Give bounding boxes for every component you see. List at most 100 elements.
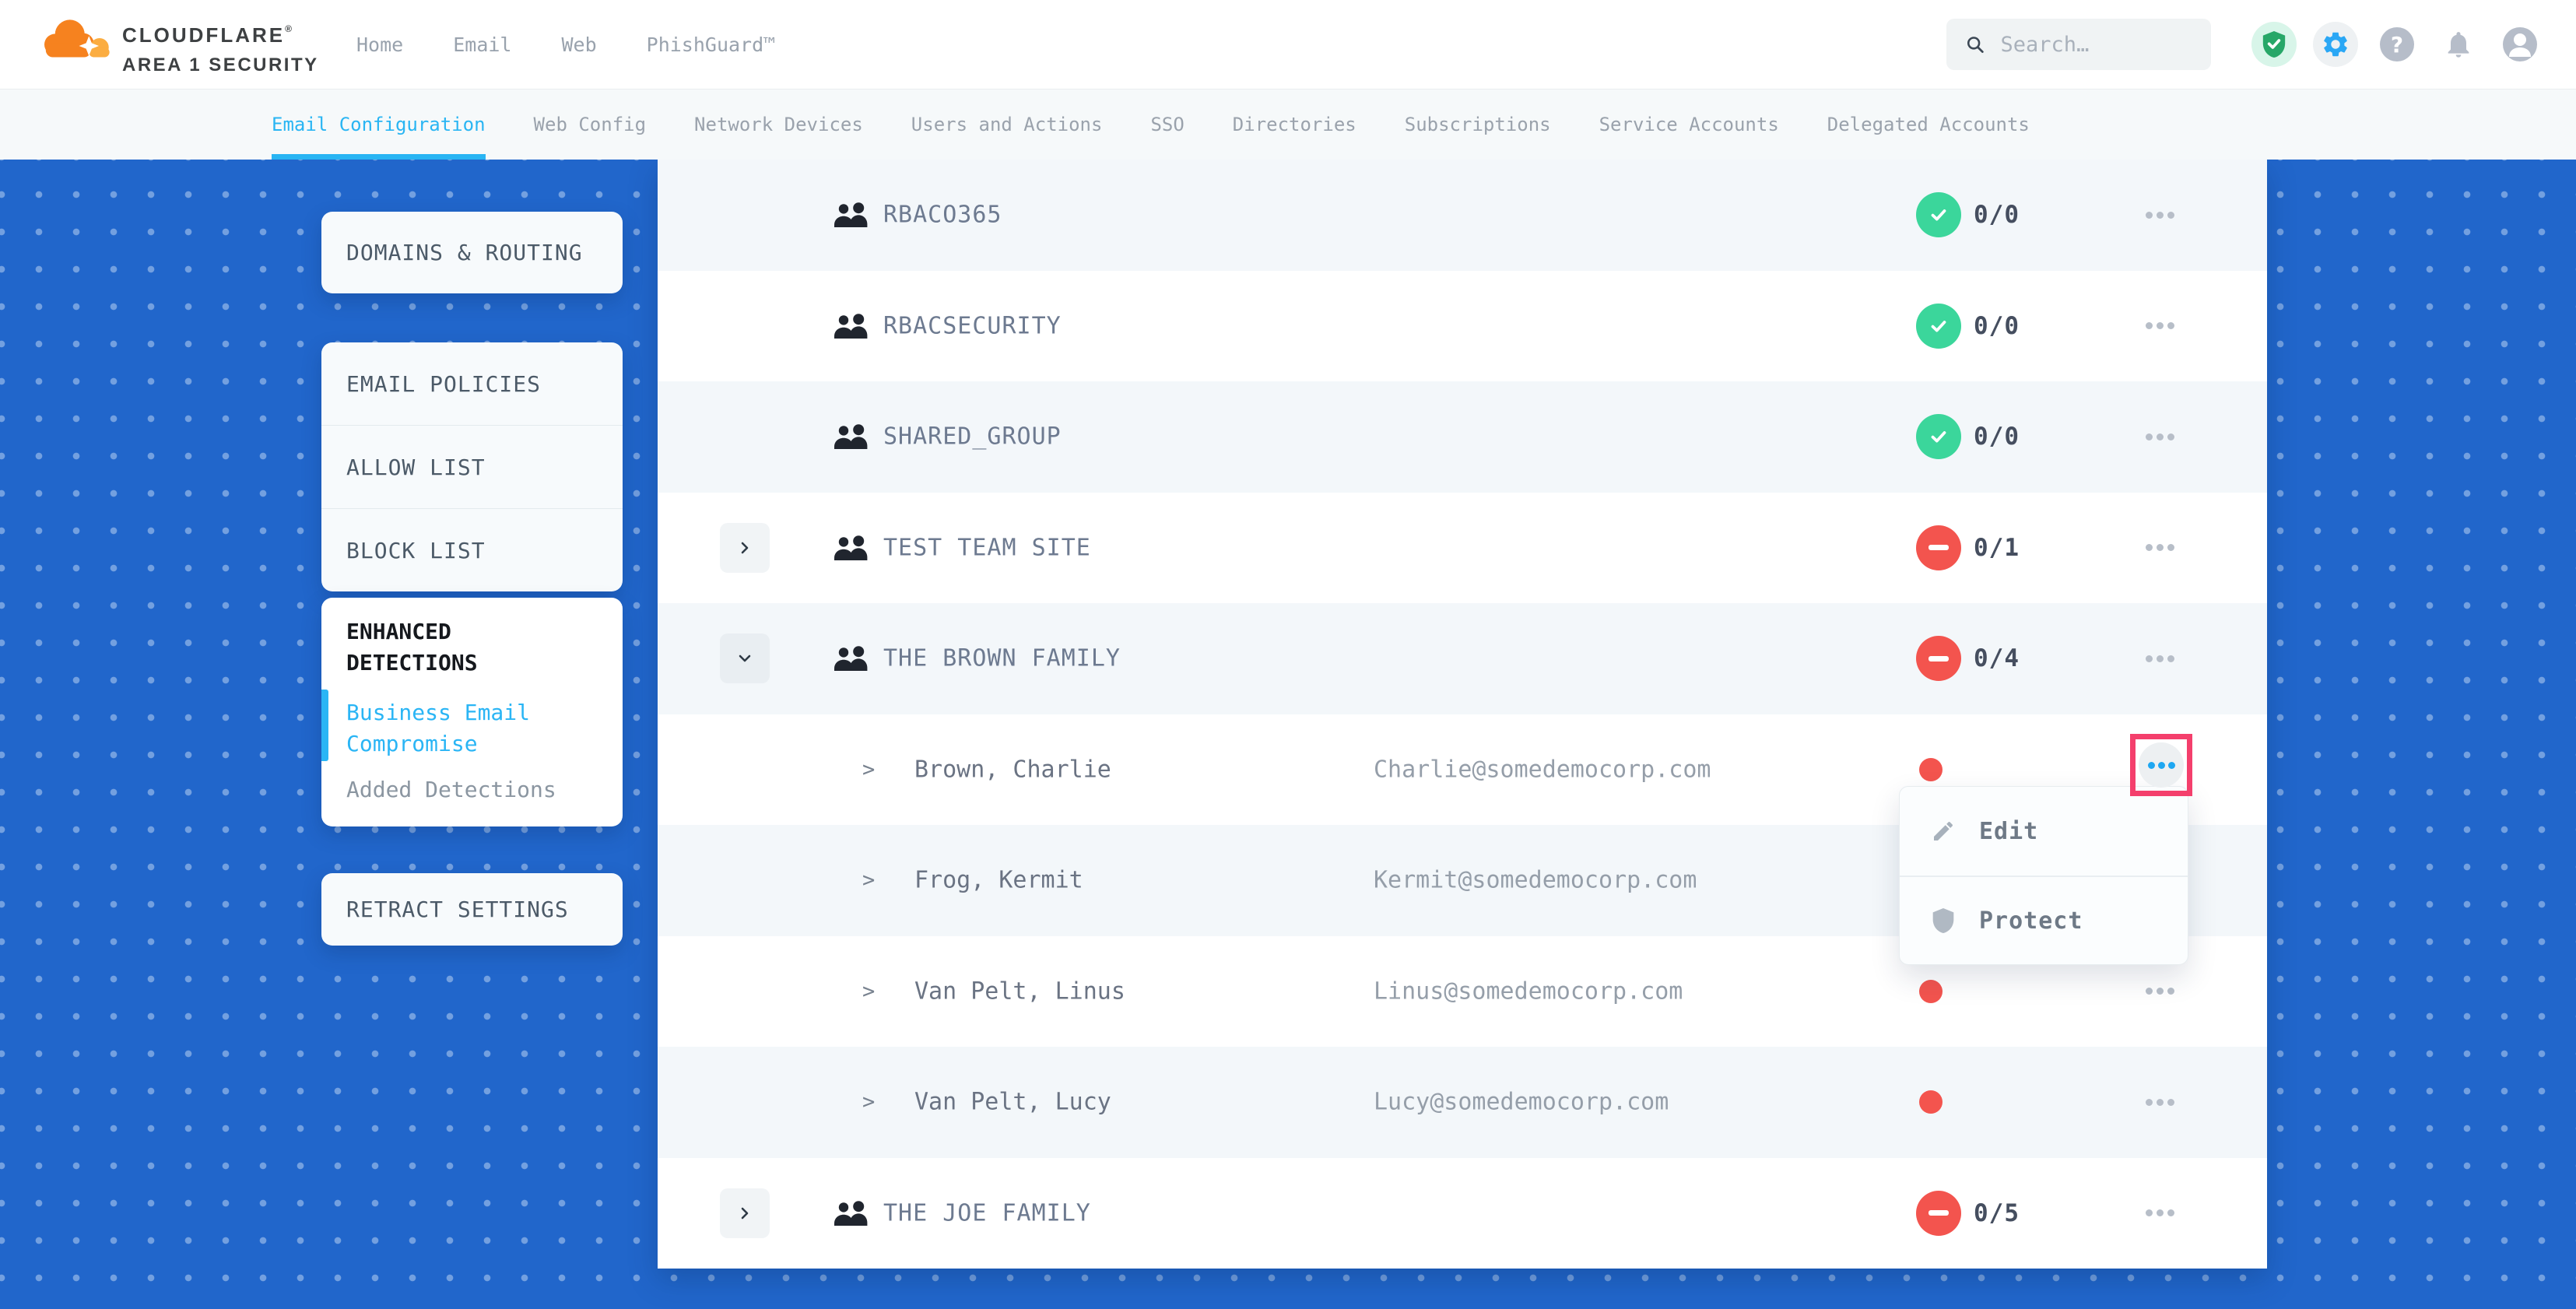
search-box[interactable]: [1946, 19, 2211, 70]
group-row: RBACSECURITY 0/0: [658, 271, 2267, 382]
row-menu-button[interactable]: [2132, 1186, 2187, 1241]
member-email: Linus@somedemocorp.com: [1374, 977, 1683, 1005]
member-name: Frog, Kermit: [914, 867, 1083, 894]
tab-directories[interactable]: Directories: [1233, 89, 1356, 160]
context-menu-label: Edit: [1979, 818, 2038, 845]
svg-text:?: ?: [2391, 32, 2403, 58]
sidebar-card-policies: EMAIL POLICIES ALLOW LIST BLOCK LIST: [321, 342, 623, 591]
tab-sso[interactable]: SSO: [1150, 89, 1184, 160]
context-menu-item-protect[interactable]: Protect: [1900, 876, 2188, 964]
shield-check-icon[interactable]: [2251, 22, 2297, 67]
tab-delegated-accounts[interactable]: Delegated Accounts: [1827, 89, 2030, 160]
sidebar-item-retract-settings[interactable]: RETRACT SETTINGS: [321, 897, 569, 922]
tab-network-devices[interactable]: Network Devices: [694, 89, 863, 160]
sidebar-item-enhanced-detections[interactable]: ENHANCED DETECTIONS: [346, 616, 589, 679]
collapse-chevron-button[interactable]: [720, 633, 770, 683]
brand-subtitle: AREA 1 SECURITY: [122, 54, 319, 76]
search-icon: [1965, 33, 1985, 56]
nav-phishguard[interactable]: PhishGuard™: [647, 33, 776, 56]
sidebar-item-block-list[interactable]: BLOCK LIST: [321, 508, 623, 591]
row-menu-button-active[interactable]: [2139, 742, 2184, 788]
group-icon: [833, 644, 870, 672]
shield-icon: [1931, 907, 1956, 935]
check-icon: [1916, 192, 1961, 237]
member-chevron: >: [862, 979, 875, 1003]
minus-icon: [1916, 636, 1961, 681]
nav-web[interactable]: Web: [561, 33, 596, 56]
group-icon: [833, 1199, 870, 1227]
sidebar-item-domains-routing[interactable]: DOMAINS & ROUTING: [321, 240, 583, 265]
protection-count: 0/0: [1974, 312, 2020, 340]
secondary-nav: Email Configuration Web Config Network D…: [0, 89, 2576, 160]
pencil-icon: [1931, 819, 1956, 844]
status-dot: [1919, 758, 1943, 781]
expand-chevron-button[interactable]: [720, 1188, 770, 1238]
cloudflare-logo[interactable]: CLOUDFLARE® AREA 1 SECURITY: [37, 9, 305, 81]
protection-count: 0/5: [1974, 1199, 2020, 1227]
top-header: CLOUDFLARE® AREA 1 SECURITY Home Email W…: [0, 0, 2576, 89]
status-badge: 0/5: [1916, 1191, 2020, 1236]
group-icon: [833, 534, 870, 562]
help-icon[interactable]: ?: [2374, 22, 2420, 67]
gear-icon[interactable]: [2313, 22, 2358, 67]
sidebar-item-allow-list[interactable]: ALLOW LIST: [321, 425, 623, 508]
row-menu-button[interactable]: [2132, 188, 2187, 242]
expand-chevron-button[interactable]: [720, 523, 770, 573]
member-email: Charlie@somedemocorp.com: [1374, 756, 1711, 783]
bell-icon[interactable]: [2436, 22, 2481, 67]
tab-users-and-actions[interactable]: Users and Actions: [911, 89, 1103, 160]
row-menu-button[interactable]: [2132, 299, 2187, 353]
group-row: SHARED_GROUP 0/0: [658, 381, 2267, 493]
member-email: Lucy@somedemocorp.com: [1374, 1089, 1669, 1116]
nav-email[interactable]: Email: [453, 33, 511, 56]
header-icon-cluster: ?: [2251, 22, 2543, 67]
protection-count: 0/1: [1974, 534, 2020, 562]
groups-table: RBACO365 0/0 RBACSECURITY: [658, 160, 2267, 1269]
registered-mark: ®: [285, 23, 294, 34]
search-input[interactable]: [2001, 33, 2203, 57]
group-name: RBACO365: [883, 202, 1002, 229]
status-dot: [1919, 980, 1943, 1003]
check-icon: [1916, 304, 1961, 349]
context-menu-item-edit[interactable]: Edit: [1900, 787, 2188, 876]
group-icon: [833, 312, 870, 340]
tab-subscriptions[interactable]: Subscriptions: [1405, 89, 1551, 160]
group-row: THE JOE FAMILY 0/5: [658, 1158, 2267, 1269]
account-icon[interactable]: [2497, 22, 2543, 67]
member-email: Kermit@somedemocorp.com: [1374, 867, 1697, 894]
row-menu-button[interactable]: [2132, 409, 2187, 464]
minus-icon: [1916, 525, 1961, 570]
secondary-nav-tabs: Email Configuration Web Config Network D…: [272, 89, 2030, 160]
status-dot: [1919, 1090, 1943, 1114]
nav-home[interactable]: Home: [356, 33, 403, 56]
row-menu-button[interactable]: [2132, 521, 2187, 575]
group-name: TEST TEAM SITE: [883, 534, 1091, 561]
status-badge: 0/4: [1916, 636, 2020, 681]
cloudflare-cloud-icon: [37, 12, 114, 64]
sidebar-card-domains: DOMAINS & ROUTING: [321, 212, 623, 293]
status-badge: 0/0: [1916, 192, 2020, 237]
sidebar-card-enhanced-detections: ENHANCED DETECTIONS Business Email Compr…: [321, 598, 623, 826]
sidebar-item-email-policies[interactable]: EMAIL POLICIES: [321, 342, 623, 425]
member-name: Brown, Charlie: [914, 756, 1111, 783]
brand-name: CLOUDFLARE: [122, 23, 285, 47]
row-menu-button[interactable]: [2132, 1075, 2187, 1129]
brand-text: CLOUDFLARE® AREA 1 SECURITY: [122, 23, 319, 76]
sidebar-item-added-detections[interactable]: Added Detections: [346, 777, 598, 802]
status-badge: 0/0: [1916, 304, 2020, 349]
member-chevron: >: [862, 757, 875, 781]
row-menu-button[interactable]: [2132, 964, 2187, 1019]
tab-service-accounts[interactable]: Service Accounts: [1599, 89, 1779, 160]
active-item-accent-bar: [321, 690, 328, 761]
sidebar-item-business-email-compromise[interactable]: Business Email Compromise: [346, 697, 589, 760]
row-menu-button[interactable]: [2132, 631, 2187, 686]
minus-icon: [1916, 1191, 1961, 1236]
group-name: RBACSECURITY: [883, 312, 1062, 339]
group-row: RBACO365 0/0: [658, 160, 2267, 271]
member-chevron: >: [862, 869, 875, 893]
tab-web-config[interactable]: Web Config: [534, 89, 647, 160]
group-row: TEST TEAM SITE 0/1: [658, 493, 2267, 604]
sidebar-item-label: EMAIL POLICIES: [321, 371, 541, 397]
tab-email-configuration[interactable]: Email Configuration: [272, 89, 486, 160]
group-name: THE JOE FAMILY: [883, 1199, 1091, 1227]
